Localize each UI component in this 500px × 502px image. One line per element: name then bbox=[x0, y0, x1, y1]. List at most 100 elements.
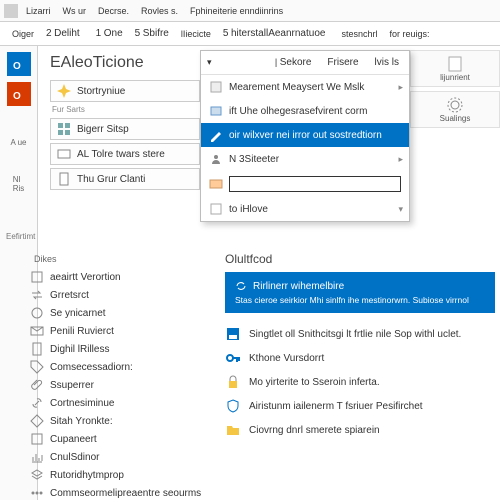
menu-item[interactable]: Mearement Meaysert We Mslk▸ bbox=[201, 75, 409, 99]
cmd[interactable]: stesnchrl bbox=[337, 27, 381, 41]
convert-icon bbox=[30, 288, 44, 302]
ribbon-tabs: Lizarri Ws ur Decrse. Rovles s. Fphineit… bbox=[0, 0, 500, 22]
ribbon-commands: Oiger 2 Deliht 1 One 5 Sbifre lIiecicte … bbox=[0, 22, 500, 46]
right-groups: lijunrient Sualings bbox=[410, 50, 500, 132]
nav-item[interactable]: Penili Ruvierct bbox=[30, 322, 210, 340]
action-button[interactable]: Stortryniue bbox=[50, 80, 200, 102]
chevron-down-icon: ▾ bbox=[398, 204, 403, 215]
folder-icon bbox=[225, 422, 241, 438]
cmd[interactable]: 1 One bbox=[92, 26, 127, 41]
menu-item[interactable]: ift Uhe olhegesrasefvirent corm bbox=[201, 99, 409, 123]
office-app-icon[interactable]: O bbox=[7, 82, 31, 106]
grid-icon bbox=[57, 122, 71, 136]
context-menu: ▾ | Sekore Frisere lvis ls Mearement Mea… bbox=[200, 50, 410, 222]
chevron-right-icon: ▸ bbox=[398, 82, 403, 93]
menu-item[interactable]: to iHlove▾ bbox=[201, 197, 409, 221]
panel-title: Olultfcod bbox=[225, 252, 272, 266]
nav-item[interactable]: Cortnesiminue bbox=[30, 394, 210, 412]
menu-tabstrip: ▾ | Sekore Frisere lvis ls bbox=[201, 51, 409, 75]
key-icon bbox=[225, 350, 241, 366]
diamond-icon bbox=[30, 414, 44, 428]
move-icon bbox=[209, 202, 223, 216]
group-card[interactable]: lijunrient bbox=[410, 50, 500, 87]
mgmt-icon bbox=[209, 80, 223, 94]
spark-icon bbox=[57, 84, 71, 98]
cmd[interactable]: 5 hiterstallAeanrnatuoe bbox=[219, 26, 330, 41]
rail-label: A ue bbox=[10, 138, 26, 147]
ribbon-tab[interactable]: Ws ur bbox=[59, 4, 91, 18]
refresh-icon bbox=[235, 280, 247, 292]
feature-item[interactable]: Airistunm iailenerm T fsriuer Pesifirche… bbox=[225, 394, 495, 418]
shield-icon bbox=[225, 398, 241, 414]
cmd[interactable]: for reuigs: bbox=[385, 27, 433, 41]
chart-icon bbox=[30, 450, 44, 464]
section-sublabel: Fur Sarts bbox=[52, 105, 200, 114]
nav-list: Dikes aeairtt Verortion Grretsrct Se yni… bbox=[30, 252, 210, 502]
action-button[interactable]: Bigerr Sitsp bbox=[50, 118, 200, 140]
nav-item[interactable]: Cupaneert bbox=[30, 430, 210, 448]
feature-item[interactable]: Mo yirterite to Sseroin inferta. bbox=[225, 370, 495, 394]
quick-actions: Stortryniue Fur Sarts Bigerr Sitsp AL To… bbox=[50, 80, 200, 193]
action-button[interactable]: Thu Grur Clanti bbox=[50, 168, 200, 190]
link-icon bbox=[30, 396, 44, 410]
nav-item[interactable]: Sitah Yronkte: bbox=[30, 412, 210, 430]
card2-icon bbox=[209, 177, 223, 191]
page-title: EAleoTicione bbox=[50, 54, 144, 72]
menu-tab[interactable]: | Sekore bbox=[271, 55, 316, 70]
nav-item[interactable]: Commseormelipreaentre seourms bbox=[30, 484, 210, 502]
chevron-right-icon: ▸ bbox=[398, 154, 403, 165]
menu-item[interactable] bbox=[201, 171, 409, 197]
chevron-down-icon[interactable]: ▾ bbox=[207, 57, 212, 68]
feature-item[interactable]: Ciovrng dnrl smerete spiarein bbox=[225, 418, 495, 442]
menu-tab[interactable]: Frisere bbox=[323, 55, 362, 70]
send-icon bbox=[209, 104, 223, 118]
svg-text:O: O bbox=[13, 61, 21, 72]
note-icon bbox=[30, 432, 44, 446]
action-button[interactable]: AL Tolre twars stere bbox=[50, 143, 200, 165]
menu-item[interactable]: N 3Siteeter▸ bbox=[201, 147, 409, 171]
svg-text:O: O bbox=[13, 91, 21, 102]
save-icon bbox=[225, 326, 241, 342]
card-icon bbox=[57, 147, 71, 161]
nav-header: Dikes bbox=[30, 252, 210, 268]
edit-icon bbox=[209, 128, 223, 142]
attach-icon bbox=[30, 378, 44, 392]
outlook-app-icon[interactable]: O bbox=[7, 52, 31, 76]
app-icon bbox=[4, 4, 18, 18]
file-icon bbox=[30, 342, 44, 356]
nav-item[interactable]: Ssuperrer bbox=[30, 376, 210, 394]
cmd[interactable]: 5 Sbifre bbox=[131, 26, 173, 41]
feature-item[interactable]: Kthone Vursdorrt bbox=[225, 346, 495, 370]
sync-icon bbox=[30, 306, 44, 320]
info-banner[interactable]: Rirlinerr wihemelbire Stas cieroe seirki… bbox=[225, 272, 495, 313]
nav-item[interactable]: Grretsrct bbox=[30, 286, 210, 304]
group-card[interactable]: Sualings bbox=[410, 91, 500, 128]
nav-item[interactable]: Dighil lRilless bbox=[30, 340, 210, 358]
ribbon-tab[interactable]: Rovles s. bbox=[137, 4, 182, 18]
ribbon-tab[interactable]: Decrse. bbox=[94, 4, 133, 18]
doc-icon bbox=[446, 55, 464, 73]
mail-icon bbox=[30, 324, 44, 338]
menu-input[interactable] bbox=[229, 176, 401, 192]
cmd[interactable]: Oiger bbox=[8, 27, 38, 41]
menu-tab[interactable]: lvis ls bbox=[371, 55, 403, 70]
feature-list: Singtlet oll Snithcitsgi lt frtlie nile … bbox=[225, 322, 495, 442]
nav-item[interactable]: Comsecessadiorn: bbox=[30, 358, 210, 376]
menu-item-selected[interactable]: oir wilxver nei irror out sostredtiorn bbox=[201, 123, 409, 147]
feature-item[interactable]: Singtlet oll Snithcitsgi lt frtlie nile … bbox=[225, 322, 495, 346]
nav-item[interactable]: Se ynicarnet bbox=[30, 304, 210, 322]
nav-item[interactable]: CnulSdinor bbox=[30, 448, 210, 466]
nav-item[interactable]: Rutoridhytmprop bbox=[30, 466, 210, 484]
ribbon-tab[interactable]: Lizarri bbox=[22, 4, 55, 18]
ribbon-tab[interactable]: Fphineiterie enndiinrins bbox=[186, 4, 287, 18]
banner-subtitle: Stas cieroe seirkior Mhi sinlfn ihe mest… bbox=[235, 295, 485, 305]
cmd[interactable]: 2 Deliht bbox=[42, 26, 84, 41]
account-icon bbox=[30, 270, 44, 284]
gear-icon bbox=[446, 96, 464, 114]
tag-icon bbox=[30, 360, 44, 374]
person-icon bbox=[209, 152, 223, 166]
clip-icon bbox=[57, 172, 71, 186]
cmd[interactable]: lIiecicte bbox=[177, 27, 215, 41]
rail-label: NIRis bbox=[13, 175, 25, 193]
nav-item[interactable]: aeairtt Verortion bbox=[30, 268, 210, 286]
